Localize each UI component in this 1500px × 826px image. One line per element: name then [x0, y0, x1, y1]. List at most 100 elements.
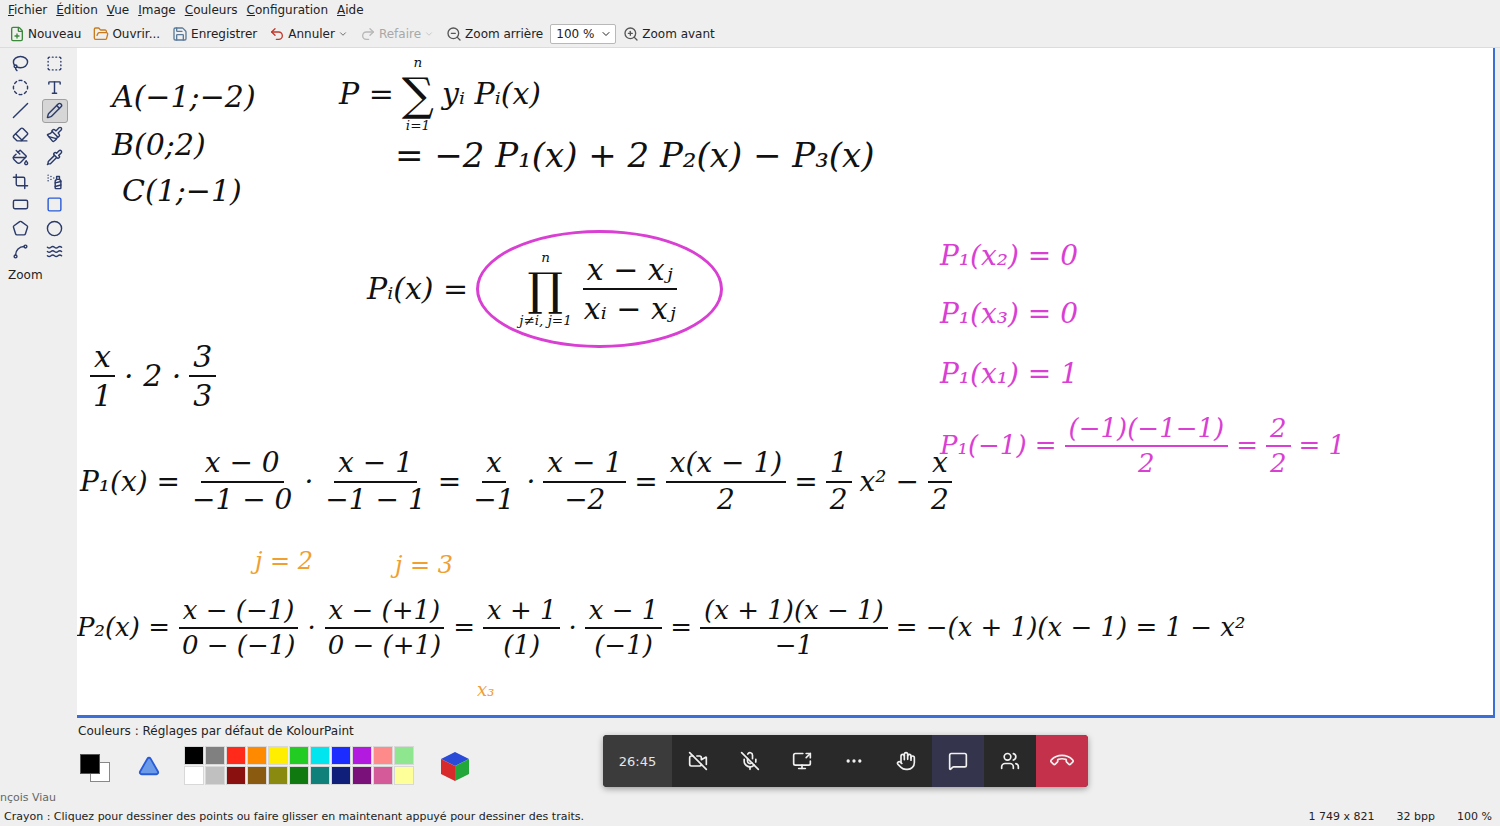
tool-button[interactable] — [42, 52, 68, 76]
status-info: 1 749 x 82132 bpp100 % — [1309, 810, 1492, 823]
camera-button[interactable] — [672, 735, 724, 787]
toolbar-button[interactable]: Zoom avant — [618, 23, 720, 45]
tool-button[interactable] — [42, 240, 68, 264]
menu-item[interactable]: Fichier — [8, 3, 47, 17]
numerator: (x + 1)(x − 1) — [700, 596, 888, 629]
fraction: x − 1−2 — [543, 448, 626, 516]
tool-button[interactable] — [42, 76, 68, 100]
tool-button[interactable] — [42, 99, 68, 123]
rect-icon — [46, 196, 63, 213]
tool-button[interactable] — [8, 193, 34, 217]
denominator: (−1) — [590, 629, 657, 660]
mic-button[interactable] — [724, 735, 776, 787]
tool-button[interactable] — [8, 146, 34, 170]
tool-button[interactable] — [8, 52, 34, 76]
handwritten-formula: C(1;−1) — [122, 174, 242, 209]
tool-button[interactable] — [8, 240, 34, 264]
participant-name: nçois Viau — [0, 791, 56, 804]
palette-swatch[interactable] — [184, 766, 204, 785]
fg-bg-colors[interactable] — [78, 748, 114, 784]
toolbar-button[interactable]: Ouvrir... — [88, 23, 165, 45]
palette-swatch[interactable] — [268, 766, 288, 785]
palette-swatch[interactable] — [352, 766, 372, 785]
handwritten-formula: j = 2 — [255, 548, 313, 576]
toolbar-button[interactable]: Refaire — [355, 23, 439, 45]
handwritten-formula: A(−1;−2) — [112, 80, 256, 115]
zoom-label: Zoom — [0, 268, 43, 282]
tool-button[interactable] — [42, 217, 68, 241]
tool-button[interactable] — [8, 217, 34, 241]
numerator: x − 1 — [543, 448, 626, 483]
math-text: x₃ — [477, 680, 494, 701]
palette-swatch[interactable] — [205, 766, 225, 785]
palette-swatch[interactable] — [394, 746, 414, 765]
math-text: = — [1236, 431, 1258, 461]
color-similarity-icon[interactable] — [138, 755, 160, 777]
tool-button[interactable] — [42, 146, 68, 170]
toolbar-icon — [623, 26, 639, 42]
palette-swatch[interactable] — [205, 746, 225, 765]
palette-swatch[interactable] — [352, 746, 372, 765]
hang-up-button[interactable] — [1036, 735, 1088, 787]
numerator: x − (+1) — [325, 596, 445, 629]
share-button[interactable] — [776, 735, 828, 787]
handwritten-formula: P =n∑i=1yᵢ Pᵢ(x) — [339, 54, 541, 134]
palette-swatch[interactable] — [247, 746, 267, 765]
palette-swatch[interactable] — [373, 746, 393, 765]
zoom-combo[interactable]: 100 % — [550, 24, 616, 44]
menu-item[interactable]: Édition — [56, 3, 98, 17]
palette-swatch[interactable] — [268, 746, 288, 765]
tool-button[interactable] — [8, 123, 34, 147]
palette-swatch[interactable] — [310, 766, 330, 785]
menu-item[interactable]: Configuration — [247, 3, 328, 17]
denominator: 3 — [189, 377, 216, 412]
toolbar-button[interactable]: Zoom arrière — [441, 23, 548, 45]
raise-hand-button[interactable] — [880, 735, 932, 787]
palette-swatch[interactable] — [394, 766, 414, 785]
dropdown-icon[interactable] — [424, 29, 434, 39]
toolbar-button[interactable]: Annuler — [264, 23, 353, 45]
drawing-canvas[interactable]: A(−1;−2)B(0;2)C(1;−1)P =n∑i=1yᵢ Pᵢ(x)= −… — [77, 48, 1495, 718]
math-text: = 1 — [1299, 431, 1346, 461]
math-text: = — [670, 613, 692, 643]
tool-button[interactable] — [8, 99, 34, 123]
foreground-swatch[interactable] — [80, 754, 100, 774]
tool-button[interactable] — [8, 76, 34, 100]
text-icon — [46, 79, 63, 96]
palette-swatch[interactable] — [331, 766, 351, 785]
rounded-rect-icon — [12, 196, 29, 213]
palette-swatch[interactable] — [373, 766, 393, 785]
numerator: 3 — [189, 340, 216, 377]
dropdown-icon[interactable] — [338, 29, 348, 39]
palette-swatch[interactable] — [247, 766, 267, 785]
palette-swatch[interactable] — [226, 746, 246, 765]
tool-button[interactable] — [42, 170, 68, 194]
tool-button[interactable] — [8, 170, 34, 194]
eraser-icon — [12, 126, 29, 143]
color-cube-icon[interactable] — [438, 749, 472, 783]
palette-swatch[interactable] — [289, 746, 309, 765]
toolbar-button[interactable]: Enregistrer — [167, 23, 262, 45]
math-text: j = 3 — [395, 552, 453, 580]
numerator: x − 0 — [201, 448, 284, 483]
participants-button[interactable] — [984, 735, 1036, 787]
tool-button[interactable] — [42, 123, 68, 147]
palette-swatch[interactable] — [310, 746, 330, 765]
chat-button[interactable] — [932, 735, 984, 787]
menu-item[interactable]: Couleurs — [185, 3, 238, 17]
palette-swatch[interactable] — [331, 746, 351, 765]
menu-item[interactable]: Aide — [337, 3, 364, 17]
palette-swatch[interactable] — [184, 746, 204, 765]
palette-swatch[interactable] — [226, 766, 246, 785]
operator-symbol: ∏ — [528, 267, 564, 312]
menu-item[interactable]: Image — [138, 3, 176, 17]
fraction: x − 1(−1) — [585, 596, 663, 659]
menu-item[interactable]: Vue — [107, 3, 129, 17]
palette-swatch[interactable] — [289, 766, 309, 785]
fill-icon — [12, 149, 29, 166]
toolbar-button[interactable]: Nouveau — [4, 23, 86, 45]
numerator: x — [928, 448, 952, 483]
more-button[interactable] — [828, 735, 880, 787]
tool-button[interactable] — [42, 193, 68, 217]
math-text: · — [526, 466, 535, 498]
